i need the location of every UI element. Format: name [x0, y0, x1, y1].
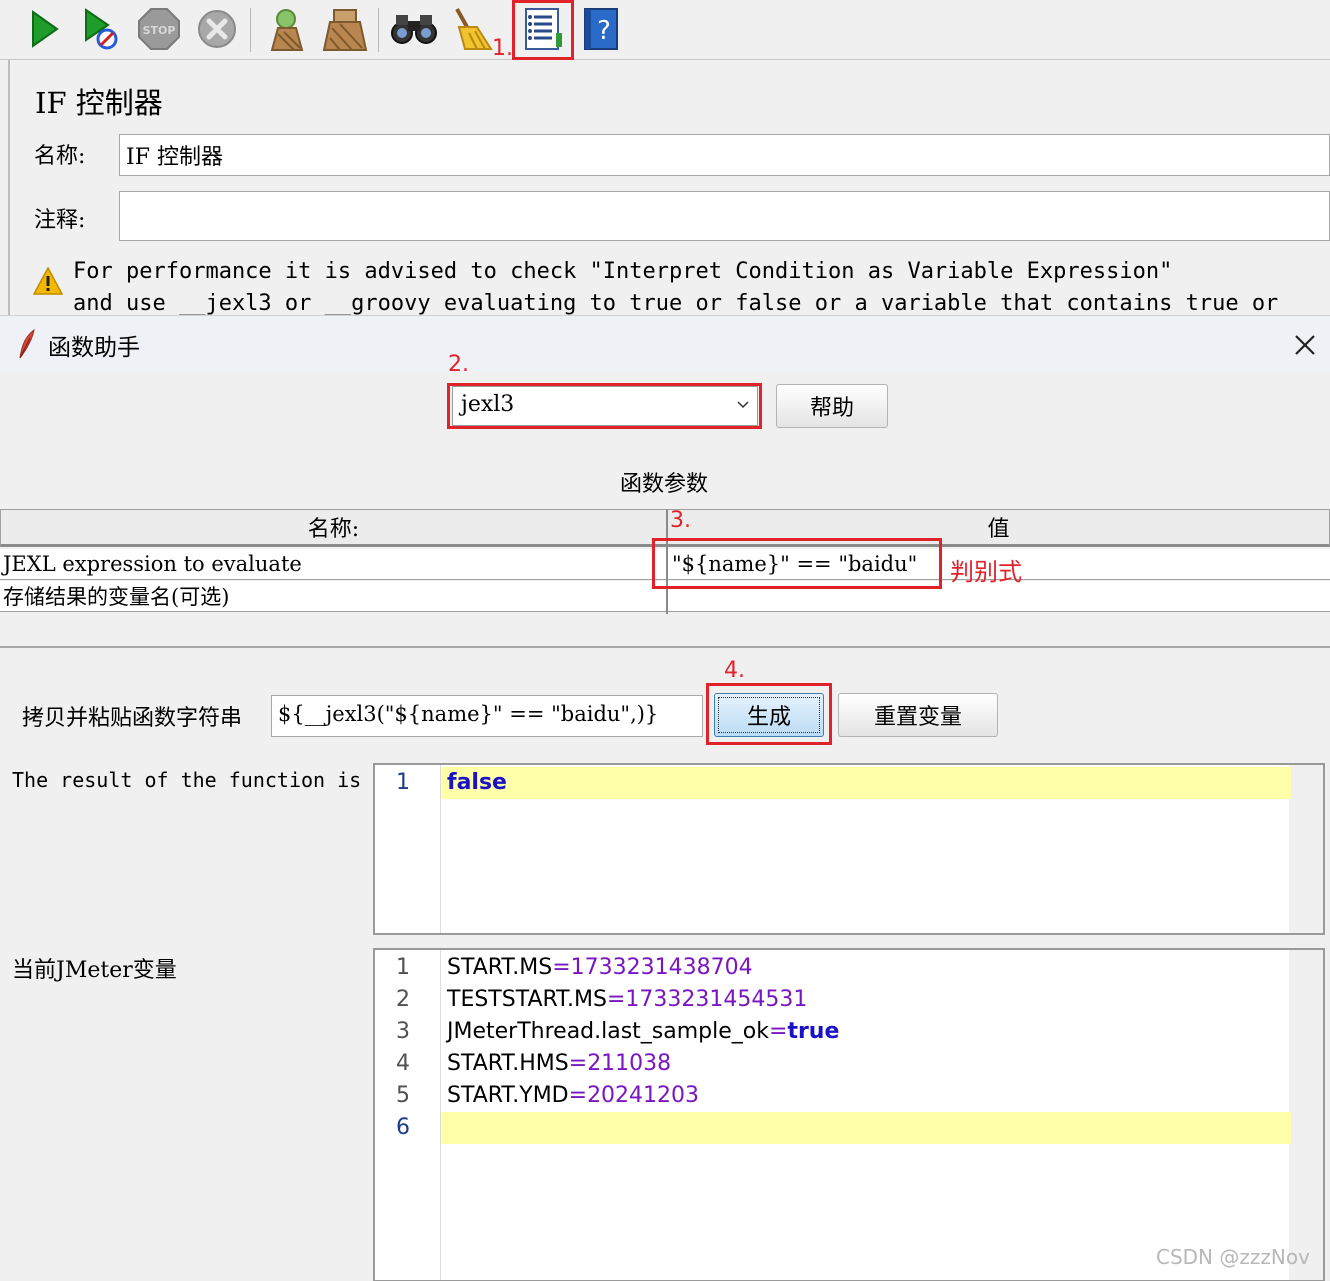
editor-line: 2 TESTSTART.MS=1733231454531: [396, 987, 808, 1012]
shutdown-icon[interactable]: [193, 6, 241, 52]
name-label: 名称:: [34, 144, 86, 169]
function-helper-dialog: 函数助手 2. jexl3 帮助 函数参数 名称: 值 JEXL express…: [0, 315, 1330, 1281]
editor-line: 3 JMeterThread.last_sample_ok=true: [396, 1019, 840, 1044]
param-name-cell[interactable]: 存储结果的变量名(可选): [0, 581, 666, 612]
close-icon[interactable]: [1290, 330, 1320, 360]
svg-text:STOP: STOP: [143, 24, 176, 37]
annotation-3: 3.: [670, 508, 691, 533]
toolbar: STOP ? 1.: [0, 0, 1330, 61]
comment-field[interactable]: [119, 191, 1330, 241]
reset-search-icon[interactable]: [447, 6, 495, 52]
clear-all-icon[interactable]: [320, 6, 368, 52]
clear-icon[interactable]: [262, 6, 310, 52]
svg-text:?: ?: [597, 16, 611, 46]
highlight-box-3: [652, 538, 942, 589]
variables-editor[interactable]: 1 START.MS=1733231438704 2 TESTSTART.MS=…: [373, 948, 1325, 1281]
comment-label: 注释:: [34, 208, 86, 233]
annotation-2: 2.: [448, 352, 469, 377]
highlight-box-1: [512, 0, 574, 60]
watermark: CSDN @zzzNov: [1156, 1245, 1310, 1269]
editor-line: 5 START.YMD=20241203: [396, 1083, 700, 1108]
highlight-box-2: [447, 383, 762, 429]
function-string-field[interactable]: ${__jexl3("${name}" == "baidu",)}: [271, 695, 703, 737]
dialog-titlebar: 函数助手: [0, 316, 1330, 372]
help-button[interactable]: 帮助: [776, 384, 888, 428]
annotation-4: 4.: [724, 658, 745, 683]
reset-variables-button[interactable]: 重置变量: [838, 693, 998, 737]
jmeter-variables-label: 当前JMeter变量: [12, 958, 177, 983]
page-title: IF 控制器: [35, 86, 163, 120]
start-no-pauses-icon[interactable]: [76, 6, 124, 52]
editor-line: 1 false: [375, 767, 1323, 799]
copy-paste-label: 拷贝并粘贴函数字符串: [22, 706, 243, 731]
column-header-name[interactable]: 名称:: [0, 509, 667, 547]
result-editor[interactable]: 1 false: [373, 763, 1325, 935]
annotation-1: 1.: [492, 36, 513, 61]
stop-icon[interactable]: STOP: [135, 6, 183, 52]
warning-icon: [33, 267, 63, 295]
param-name-cell[interactable]: JEXL expression to evaluate: [0, 549, 666, 580]
params-title: 函数参数: [620, 472, 709, 497]
help-icon[interactable]: ?: [577, 6, 625, 52]
warning-text: For performance it is advised to check "…: [73, 259, 1279, 316]
editor-line: 1 START.MS=1733231438704: [396, 955, 753, 980]
search-icon[interactable]: [390, 6, 438, 52]
name-field[interactable]: IF 控制器: [119, 134, 1330, 176]
annotation-note: 判别式: [950, 558, 1022, 586]
dialog-title: 函数助手: [48, 335, 140, 361]
if-controller-panel: IF 控制器 名称: IF 控制器 注释: For performance it…: [0, 60, 1330, 318]
highlight-box-4: [706, 683, 832, 745]
feather-icon: [19, 328, 35, 359]
editor-line: 6: [375, 1112, 1323, 1144]
start-icon[interactable]: [20, 6, 68, 52]
editor-line: 4 START.HMS=211038: [396, 1051, 672, 1076]
result-label: The result of the function is: [12, 768, 362, 792]
